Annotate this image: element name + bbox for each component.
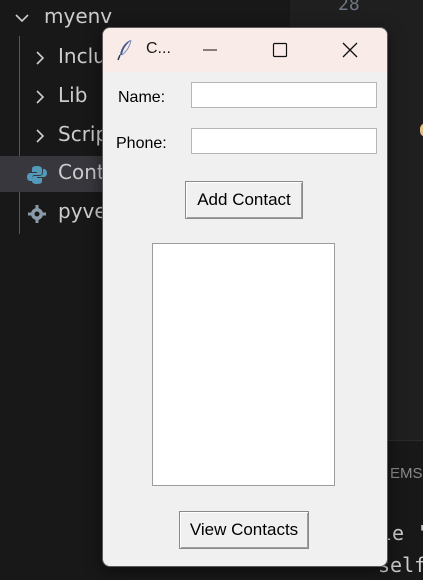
name-input[interactable] <box>191 82 377 108</box>
gear-icon <box>26 203 46 223</box>
line-number: 28 <box>338 0 360 15</box>
phone-input[interactable] <box>191 128 377 154</box>
tree-folder-label: myenv <box>44 4 113 28</box>
contact-app-window: C... Name: Phone: Add Contact View Conta… <box>102 27 388 567</box>
chevron-right-icon <box>30 126 50 146</box>
tree-item-label: pyve <box>58 199 107 223</box>
contacts-listbox[interactable] <box>152 243 335 486</box>
feather-icon <box>117 39 135 61</box>
window-titlebar[interactable]: C... <box>103 28 387 72</box>
maximize-icon <box>272 42 288 58</box>
tree-item-label: Inclu <box>58 44 106 68</box>
tree-item-label: Lib <box>58 83 88 107</box>
panel-tab-problems[interactable]: EMS <box>390 465 423 482</box>
close-icon <box>342 42 358 58</box>
view-contacts-button[interactable]: View Contacts <box>179 511 309 549</box>
python-icon <box>26 164 47 184</box>
maximize-button[interactable] <box>257 28 303 72</box>
tree-item-label: Cont <box>58 160 105 184</box>
name-label: Name: <box>118 89 166 106</box>
chevron-down-icon <box>12 8 32 28</box>
window-title: C... <box>146 40 171 57</box>
tree-item-label: Scrip <box>58 122 109 146</box>
close-button[interactable] <box>327 28 373 72</box>
add-contact-button[interactable]: Add Contact <box>185 181 303 219</box>
phone-label: Phone: <box>116 135 167 152</box>
minimize-icon <box>203 49 217 51</box>
chevron-right-icon <box>30 48 50 68</box>
minimize-button[interactable] <box>187 28 233 72</box>
chevron-right-icon <box>30 87 50 107</box>
